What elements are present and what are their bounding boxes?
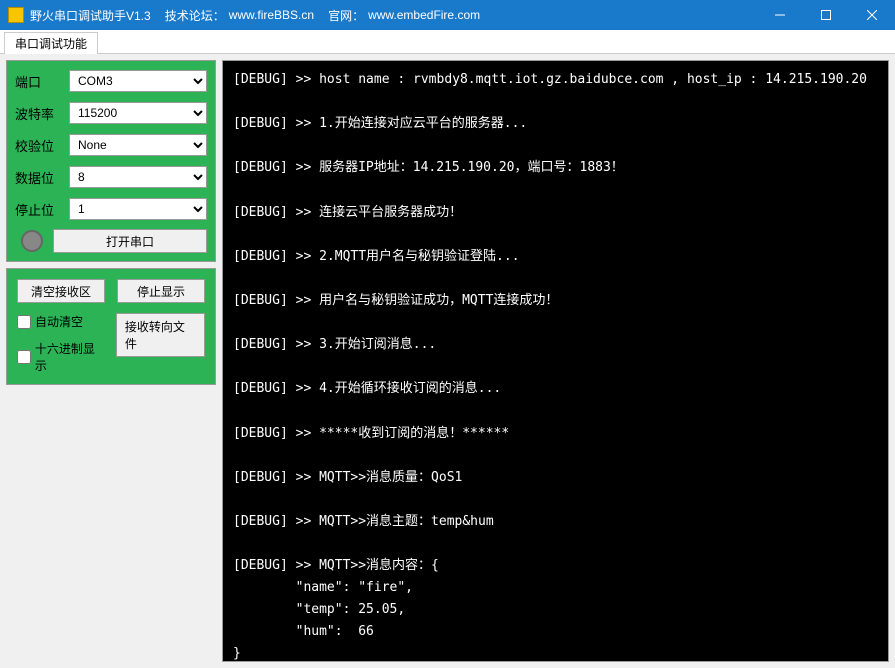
serial-settings-panel: 端口 COM3 波特率 115200 校验位 None 数据位 8 停止位 1 … — [6, 60, 216, 262]
tabbar: 串口调试功能 — [0, 30, 895, 54]
receive-to-file-button[interactable]: 接收转向文件 — [116, 313, 205, 357]
stop-bits-label: 停止位 — [15, 200, 69, 219]
data-bits-label: 数据位 — [15, 168, 69, 187]
titlebar: 野火串口调试助手V1.3 技术论坛： www.fireBBS.cn 官网： ww… — [0, 0, 895, 30]
app-logo-icon — [8, 7, 24, 23]
open-port-button[interactable]: 打开串口 — [53, 229, 207, 253]
forum-label: 技术论坛： — [165, 7, 225, 24]
stop-display-button[interactable]: 停止显示 — [117, 279, 205, 303]
app-title: 野火串口调试助手V1.3 — [30, 7, 151, 24]
auto-clear-checkbox[interactable]: 自动清空 — [17, 313, 106, 330]
port-label: 端口 — [15, 72, 69, 91]
site-link[interactable]: www.embedFire.com — [368, 8, 480, 22]
minimize-button[interactable] — [757, 0, 803, 30]
close-button[interactable] — [849, 0, 895, 30]
tab-serial-debug[interactable]: 串口调试功能 — [4, 32, 98, 54]
auto-clear-input[interactable] — [17, 315, 31, 329]
status-led-icon — [21, 230, 43, 252]
baud-label: 波特率 — [15, 104, 69, 123]
data-bits-select[interactable]: 8 — [69, 166, 207, 188]
maximize-button[interactable] — [803, 0, 849, 30]
site-label: 官网： — [328, 7, 364, 24]
clear-receive-button[interactable]: 清空接收区 — [17, 279, 105, 303]
hex-display-input[interactable] — [17, 350, 31, 364]
hex-display-checkbox[interactable]: 十六进制显示 — [17, 340, 106, 374]
parity-select[interactable]: None — [69, 134, 207, 156]
auto-clear-label: 自动清空 — [35, 313, 83, 330]
receive-settings-panel: 清空接收区 停止显示 自动清空 十六进制显示 接收转向文件 — [6, 268, 216, 385]
baud-select[interactable]: 115200 — [69, 102, 207, 124]
forum-link[interactable]: www.fireBBS.cn — [229, 8, 314, 22]
log-output[interactable]: [DEBUG] >> host name : rvmbdy8.mqtt.iot.… — [222, 60, 889, 662]
parity-label: 校验位 — [15, 136, 69, 155]
hex-display-label: 十六进制显示 — [35, 340, 106, 374]
port-select[interactable]: COM3 — [69, 70, 207, 92]
stop-bits-select[interactable]: 1 — [69, 198, 207, 220]
